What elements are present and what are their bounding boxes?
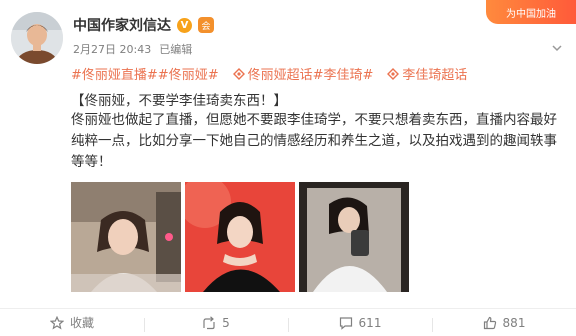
post-title: 【佟丽娅，不要学李佳琦卖东西！】 xyxy=(71,93,287,109)
topic-tags: #佟丽娅直播# #佟丽娅# 佟丽娅超话 #李佳琦# 李佳琦超话 xyxy=(71,64,467,83)
repost-icon xyxy=(203,315,215,329)
comment-button[interactable]: 611 xyxy=(288,315,432,332)
like-icon xyxy=(483,316,496,329)
super-topic-icon xyxy=(232,67,245,80)
author-row: 中国作家刘信达 V 会 xyxy=(73,14,214,36)
like-button[interactable]: 881 xyxy=(432,315,576,332)
topic-tag[interactable]: #佟丽娅# xyxy=(158,64,219,83)
star-icon xyxy=(49,315,64,329)
more-options-chevron-icon[interactable] xyxy=(550,40,564,54)
user-avatar[interactable] xyxy=(11,12,63,64)
photo-mirror-selfie[interactable] xyxy=(299,182,409,292)
action-bar: 收藏 5 611 881 xyxy=(0,308,576,336)
verified-badge-icon: V xyxy=(177,17,192,33)
edited-label[interactable]: 已编辑 xyxy=(159,41,192,57)
super-topic-icon xyxy=(387,67,400,80)
promo-banner[interactable]: 为中国加油 xyxy=(486,0,576,24)
topic-tag[interactable]: #佟丽娅直播# xyxy=(71,64,158,83)
topic-tag[interactable]: #李佳琦# xyxy=(313,64,374,83)
super-topic-link[interactable]: 李佳琦超话 xyxy=(402,64,467,83)
comment-count: 611 xyxy=(358,315,382,330)
like-count: 881 xyxy=(502,315,526,330)
comment-icon xyxy=(339,316,352,330)
photo-livestream[interactable] xyxy=(71,182,181,292)
repost-button[interactable]: 5 xyxy=(144,315,288,332)
photo-grid xyxy=(71,182,409,292)
favorite-label: 收藏 xyxy=(69,316,94,330)
author-name[interactable]: 中国作家刘信达 xyxy=(73,15,171,35)
photo-red-portrait[interactable] xyxy=(185,182,295,292)
post-meta: 2月27日 20:43 已编辑 xyxy=(73,41,192,57)
member-badge-icon[interactable]: 会 xyxy=(198,17,214,33)
post-body: 佟丽娅也做起了直播，但愿她不要跟李佳琦学，不要只想着卖东西，直播内容最好纯粹一点… xyxy=(71,112,557,170)
favorite-button[interactable]: 收藏 xyxy=(0,314,144,331)
super-topic-link[interactable]: 佟丽娅超话 xyxy=(248,64,313,83)
repost-count: 5 xyxy=(222,315,230,330)
post-timestamp[interactable]: 2月27日 20:43 xyxy=(73,41,151,57)
